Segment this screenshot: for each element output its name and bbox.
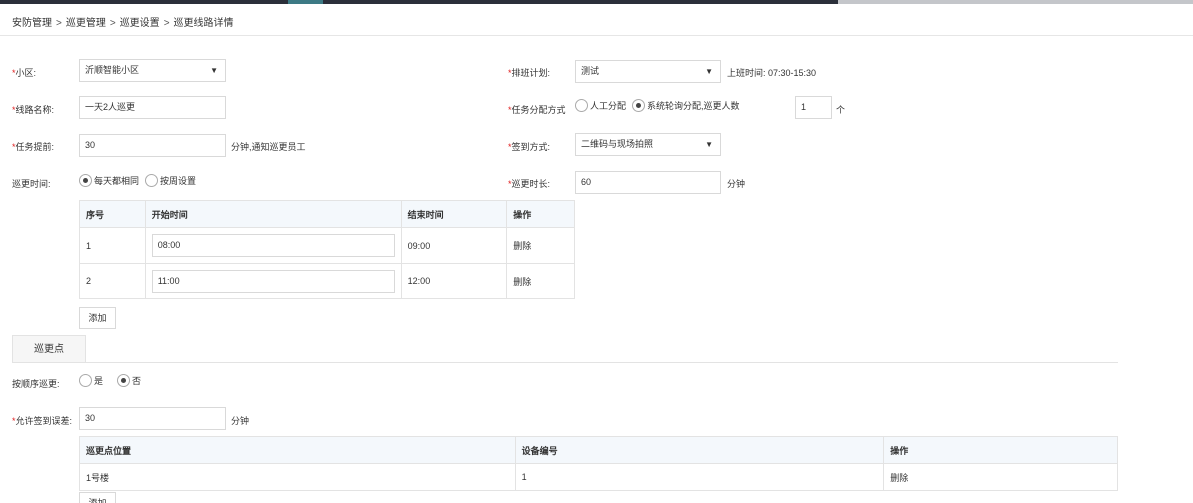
schedule-label: *排班计划: xyxy=(508,68,551,78)
start-time-cell: 11:00 xyxy=(144,263,402,299)
tolerance-input[interactable]: 30 xyxy=(79,407,226,430)
breadcrumb-item-current: 巡更线路详情 xyxy=(173,18,234,29)
end-time-cell: 09:00 xyxy=(400,227,508,264)
chevron-down-icon: ▼ xyxy=(705,140,713,149)
radio-unchecked-icon[interactable] xyxy=(79,374,92,387)
tolerance-label: *允许签到误差: xyxy=(12,416,73,426)
schedule-select[interactable]: 测试 ▼ xyxy=(575,60,721,83)
breadcrumb: 安防管理 > 巡更管理 > 巡更设置 > 巡更线路详情 xyxy=(12,14,234,29)
time-table: 序号 开始时间 结束时间 操作 1 08:00 09:00 删除 2 11:00… xyxy=(79,200,575,299)
duration-label: *巡更时长: xyxy=(508,179,551,189)
breadcrumb-separator: > xyxy=(109,18,116,29)
duration-unit: 分钟 xyxy=(727,179,746,189)
patrol-time-label: 巡更时间: xyxy=(12,179,51,189)
start-time-cell: 08:00 xyxy=(144,227,402,264)
checkin-label: *签到方式: xyxy=(508,142,551,152)
assign-label: *任务分配方式 xyxy=(508,105,566,115)
column-header-action: 操作 xyxy=(883,436,1118,464)
table-header-row: 序号 开始时间 结束时间 操作 xyxy=(79,200,575,228)
patrol-time-radio-group: 每天都相同 按周设置 xyxy=(79,174,198,187)
delete-link[interactable]: 删除 xyxy=(506,227,575,264)
device-cell: 1 xyxy=(514,463,885,491)
patrol-count-input[interactable]: 1 xyxy=(795,96,832,119)
chevron-down-icon: ▼ xyxy=(705,67,713,76)
patrol-time-week-option[interactable]: 按周设置 xyxy=(145,174,196,187)
breadcrumb-item-patrol-settings[interactable]: 巡更设置 xyxy=(120,18,160,29)
column-header-end: 结束时间 xyxy=(400,200,508,228)
checkin-select[interactable]: 二维码与现场拍照 ▼ xyxy=(575,133,721,156)
radio-checked-icon[interactable] xyxy=(79,174,92,187)
table-row: 1 08:00 09:00 删除 xyxy=(79,227,575,264)
order-no-option[interactable]: 否 xyxy=(117,374,141,387)
breadcrumb-separator: > xyxy=(56,18,62,29)
assign-manual-option[interactable]: 人工分配 xyxy=(575,99,626,112)
row-no: 1 xyxy=(79,227,146,264)
shift-time-text: 上班时间: 07:30-15:30 xyxy=(727,68,817,78)
order-radio-group: 是 否 xyxy=(79,374,143,387)
radio-checked-icon[interactable] xyxy=(632,99,646,112)
community-label: *小区: xyxy=(12,68,37,78)
table-row: 2 11:00 12:00 删除 xyxy=(79,263,575,299)
advance-label: *任务提前: xyxy=(12,142,55,152)
column-header-action: 操作 xyxy=(506,200,575,228)
route-name-label: *线路名称: xyxy=(12,105,55,115)
breadcrumb-separator: > xyxy=(163,18,170,29)
tolerance-unit: 分钟 xyxy=(231,416,250,426)
column-header-start: 开始时间 xyxy=(144,200,402,228)
table-header-row: 巡更点位置 设备编号 操作 xyxy=(79,436,1118,464)
breadcrumb-item-security[interactable]: 安防管理 xyxy=(12,18,52,29)
radio-unchecked-icon[interactable] xyxy=(145,174,159,187)
column-header-no: 序号 xyxy=(79,200,146,228)
location-cell: 1号楼 xyxy=(79,463,516,491)
top-bar-active-segment xyxy=(288,0,323,4)
delete-link[interactable]: 删除 xyxy=(883,463,1118,491)
assign-radio-group: 人工分配 系统轮询分配,巡更人数 xyxy=(575,99,742,112)
start-time-input[interactable]: 11:00 xyxy=(151,269,395,293)
assign-auto-option[interactable]: 系统轮询分配,巡更人数 xyxy=(632,99,740,112)
row-no: 2 xyxy=(79,263,146,299)
column-header-device: 设备编号 xyxy=(514,436,885,464)
order-label: 按顺序巡更: xyxy=(12,379,60,389)
tab-divider xyxy=(12,362,1118,363)
radio-unchecked-icon[interactable] xyxy=(575,99,588,112)
add-time-button[interactable]: 添加 xyxy=(79,307,116,329)
tab-patrol-points[interactable]: 巡更点 xyxy=(12,335,86,363)
top-bar xyxy=(0,0,1193,4)
header-divider xyxy=(0,35,1193,36)
route-name-input[interactable]: 一天2人巡更 xyxy=(79,96,226,119)
add-point-button[interactable]: 添加 xyxy=(79,492,116,503)
chevron-down-icon: ▼ xyxy=(210,66,218,75)
duration-input[interactable]: 60 xyxy=(575,171,721,194)
radio-checked-icon[interactable] xyxy=(117,374,131,387)
column-header-location: 巡更点位置 xyxy=(79,436,516,464)
delete-link[interactable]: 删除 xyxy=(506,263,575,299)
community-select[interactable]: 沂顺智能小区 ▼ xyxy=(79,59,226,82)
start-time-input[interactable]: 08:00 xyxy=(151,234,395,257)
patrol-count-unit: 个 xyxy=(836,105,846,115)
end-time-cell: 12:00 xyxy=(400,263,508,299)
order-yes-option[interactable]: 是 xyxy=(79,374,103,387)
table-row: 1号楼 1 删除 xyxy=(79,463,1118,491)
top-bar-right-segment xyxy=(838,0,1193,4)
breadcrumb-item-patrol[interactable]: 巡更管理 xyxy=(66,18,106,29)
points-table: 巡更点位置 设备编号 操作 1号楼 1 删除 xyxy=(79,436,1118,491)
patrol-time-same-option[interactable]: 每天都相同 xyxy=(79,174,139,187)
advance-suffix: 分钟,通知巡更员工 xyxy=(231,142,306,152)
advance-input[interactable]: 30 xyxy=(79,134,226,157)
